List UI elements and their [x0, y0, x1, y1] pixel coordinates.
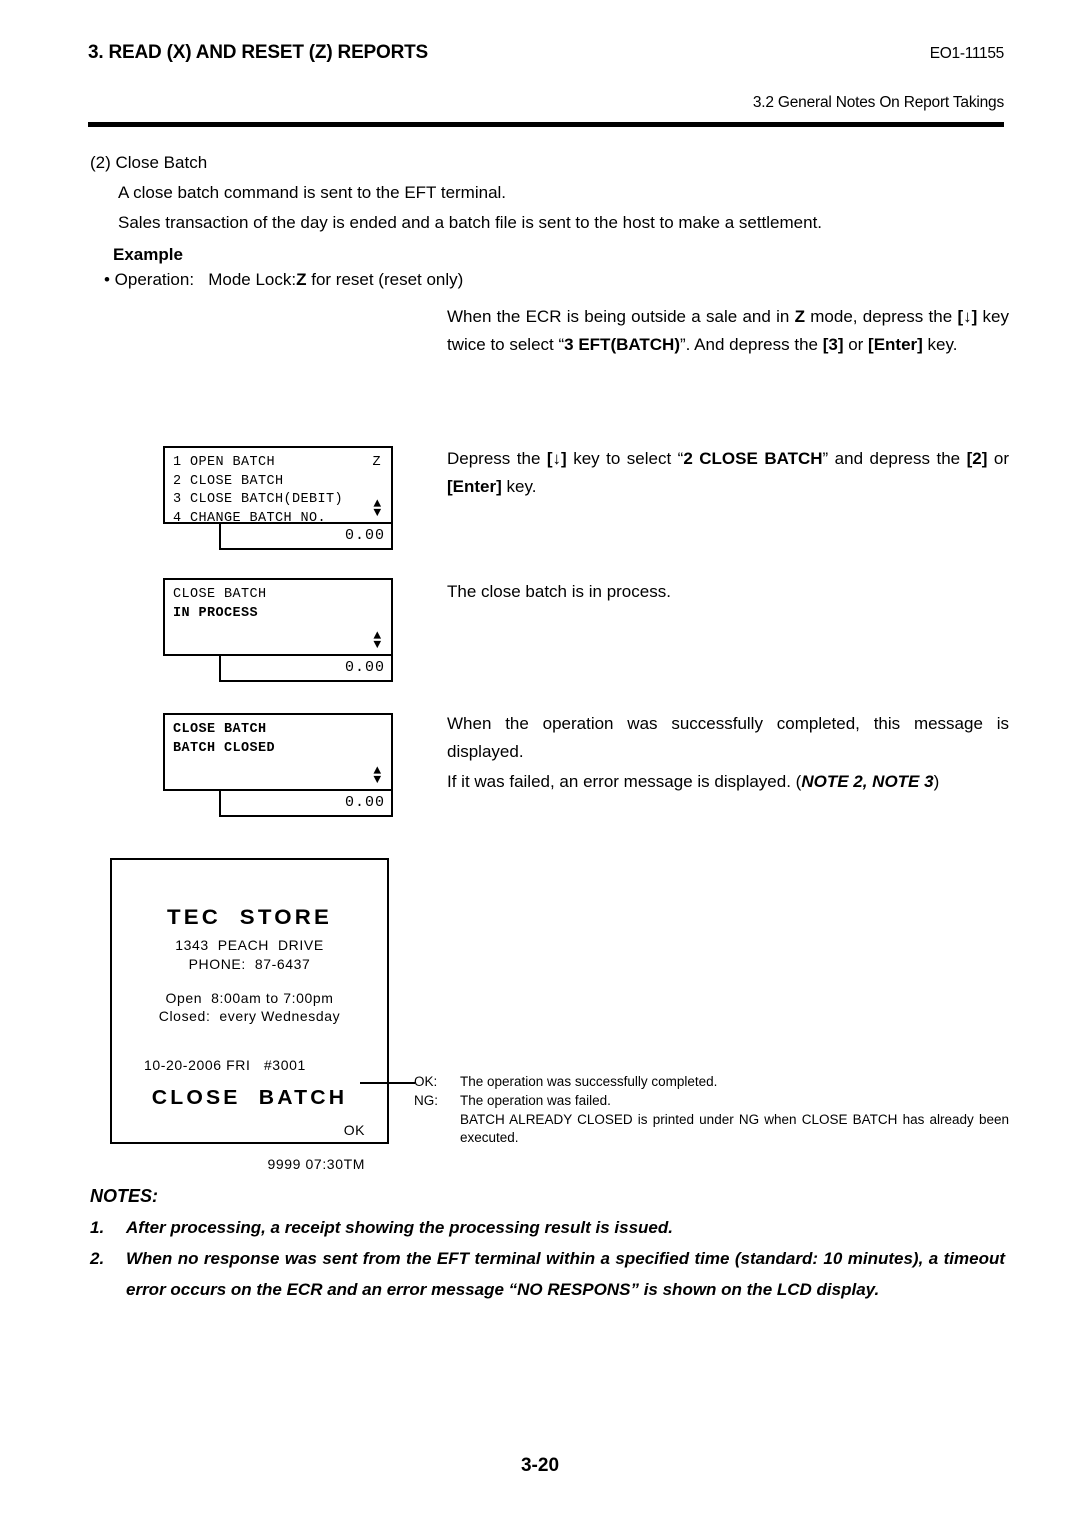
legend-ng-detail-2: executed. [460, 1130, 519, 1145]
receipt-date-line: 10-20-2006 FRI #3001 [144, 1057, 306, 1073]
page-number: 3-20 [520, 1455, 560, 1476]
callout-leader-line [360, 1082, 415, 1084]
note-number: 1. [90, 1218, 105, 1237]
lcd-status-text: IN PROCESS [173, 605, 259, 621]
intro-block: (2) Close Batch A close batch command is… [90, 148, 1000, 238]
instr1-f: or [843, 335, 869, 354]
note-text: After processing, a receipt showing the … [126, 1218, 673, 1237]
lcd-screen: CLOSE BATCH IN PROCESS ▲ ▼ [163, 578, 393, 656]
lcd-status-text: BATCH CLOSED [173, 740, 276, 756]
up-down-arrow-icon[interactable]: ▲ ▼ [372, 629, 383, 651]
instr1-menu-item: 3 EFT(BATCH) [564, 335, 680, 354]
note-item: 1. After processing, a receipt showing th… [90, 1212, 1005, 1243]
notes-heading: NOTES: [90, 1186, 159, 1206]
receipt-time: 9999 07:30TM [267, 1156, 365, 1172]
legend-ng-text: The operation was failed. [460, 1093, 611, 1108]
section-subtitle: 3.2 General Notes On Report Takings [752, 94, 1004, 111]
instr5-note-ref: NOTE 2, NOTE 3 [801, 772, 934, 791]
receipt-store-name: TEC STORE [167, 906, 332, 929]
lcd-row-text: CLOSE BATCH [173, 587, 267, 602]
lcd-row: IN PROCESS [173, 605, 383, 624]
receipt-status: OK [343, 1122, 365, 1138]
receipt-address: 1343 PEACH DRIVE [175, 937, 324, 953]
instr2-f: key. [501, 477, 537, 496]
instr2-num-key: [2] [966, 449, 988, 468]
instr1-num-key: [3] [822, 335, 844, 354]
receipt-open-hours: Open 8:00am to 7:00pm [165, 990, 334, 1006]
operation-mode: Z [296, 270, 307, 289]
lcd-amount-field: 0.00 [219, 656, 393, 682]
intro-line-2: Sales transaction of the day is ended an… [118, 213, 823, 232]
lcd-row: 1 OPEN BATCH Z [173, 454, 383, 473]
instr5-a: If it was failed, an error message is di… [447, 772, 802, 791]
lcd-row[interactable]: 2 CLOSE BATCH [173, 473, 383, 492]
page-header: 3. READ (X) AND RESET (Z) REPORTS EO1-11… [88, 42, 1004, 122]
receipt-title: CLOSE BATCH [151, 1087, 348, 1109]
legend-row-ok: OK: The operation was successfully comple… [414, 1073, 1009, 1091]
instr1-g: key. [922, 335, 958, 354]
receipt-sample: TEC STORE 1343 PEACH DRIVE PHONE: 87-643… [110, 858, 389, 1172]
instr1-a: When the ECR is being outside a sale and… [447, 307, 795, 326]
lcd-screen: 1 OPEN BATCH Z 2 CLOSE BATCH 3 CLOSE BATC… [163, 446, 393, 526]
lcd-row-text: 3 CLOSE BATCH(DEBIT) [173, 492, 344, 507]
operation-line: • Operation: Mode Lock:Z for reset (rese… [104, 270, 463, 290]
instr1-down-key: [↓] [957, 307, 978, 326]
lcd-row-text-selected: 2 CLOSE BATCH [173, 473, 284, 489]
receipt-status-legend: OK: The operation was successfully comple… [414, 1073, 1009, 1147]
header-divider [88, 122, 1004, 127]
instr2-e: or [987, 449, 1009, 468]
up-down-arrow-icon[interactable]: ▲ ▼ [372, 497, 383, 519]
instr1-mode-key: Z [794, 307, 805, 326]
example-label: Example [113, 245, 183, 264]
instr2-down-key: [↓] [546, 449, 567, 468]
instr1-e: ”. And depress the [680, 335, 823, 354]
document-code: EO1-11155 [929, 45, 1005, 62]
lcd-row: BATCH CLOSED [173, 740, 383, 759]
legend-ok-text: The operation was successfully completed… [460, 1074, 718, 1089]
instruction-step-1: When the ECR is being outside a sale and… [447, 303, 1009, 359]
instruction-step-5: If it was failed, an error message is di… [447, 768, 1009, 796]
operation-rest: for reset (reset only) [306, 270, 464, 289]
lcd-mode-indicator: Z [372, 455, 381, 470]
lcd-amount-field: 0.00 [219, 791, 393, 817]
instr1-c: mode, depress the [804, 307, 958, 326]
instruction-step-4: When the operation was successfully comp… [447, 714, 1009, 761]
lcd-row: CLOSE BATCH [173, 721, 383, 740]
instr2-menu-item: 2 CLOSE BATCH [683, 449, 823, 468]
instruction-step-3: The close batch is in process. [447, 582, 671, 601]
intro-line-1: A close batch command is sent to the EFT… [118, 183, 507, 202]
lcd-row: 3 CLOSE BATCH(DEBIT) [173, 491, 383, 510]
note-number: 2. [90, 1249, 105, 1268]
lcd-row-text: CLOSE BATCH [173, 722, 267, 737]
lcd-display-in-process: CLOSE BATCH IN PROCESS ▲ ▼ 0.00 [163, 578, 393, 682]
lcd-display-batch-closed: CLOSE BATCH BATCH CLOSED ▲ ▼ 0.00 [163, 713, 393, 817]
lcd-amount-field: 0.00 [219, 524, 393, 550]
note-item: 2. When no response was sent from the EFT… [90, 1243, 1005, 1305]
lcd-row: CLOSE BATCH [173, 586, 383, 605]
note-text: When no response was sent from the EFT t… [126, 1249, 1005, 1299]
page-title: 3. READ (X) AND RESET (Z) REPORTS [88, 42, 428, 63]
notes-list: 1. After processing, a receipt showing th… [90, 1212, 1005, 1305]
receipt-closed-days: Closed: every Wednesday [158, 1008, 341, 1024]
instr2-d: ” and depress the [822, 449, 967, 468]
lcd-row-text: 1 OPEN BATCH [173, 455, 276, 470]
legend-row-ng: NG: The operation was failed. [414, 1092, 1009, 1110]
legend-ng-label: NG: [414, 1093, 439, 1108]
operation-label: • Operation: Mode Lock: [104, 270, 297, 289]
receipt-phone: PHONE: 87-6437 [188, 956, 311, 972]
intro-heading: (2) Close Batch [90, 153, 208, 172]
up-down-arrow-icon[interactable]: ▲ ▼ [372, 764, 383, 786]
lcd-screen: CLOSE BATCH BATCH CLOSED ▲ ▼ [163, 713, 393, 791]
lcd-display-menu: 1 OPEN BATCH Z 2 CLOSE BATCH 3 CLOSE BATC… [163, 446, 393, 550]
instr5-c: ) [933, 772, 940, 791]
legend-ng-detail: BATCH ALREADY CLOSED is printed under NG… [460, 1112, 1009, 1127]
instruction-step-2: Depress the [↓] key to select “2 CLOSE B… [447, 445, 1009, 501]
instr2-c: key to select “ [566, 449, 684, 468]
instr1-enter-key: [Enter] [868, 335, 923, 354]
instr2-enter-key: [Enter] [447, 477, 502, 496]
instr2-a: Depress the [447, 449, 547, 468]
legend-ok-label: OK: [414, 1074, 438, 1089]
